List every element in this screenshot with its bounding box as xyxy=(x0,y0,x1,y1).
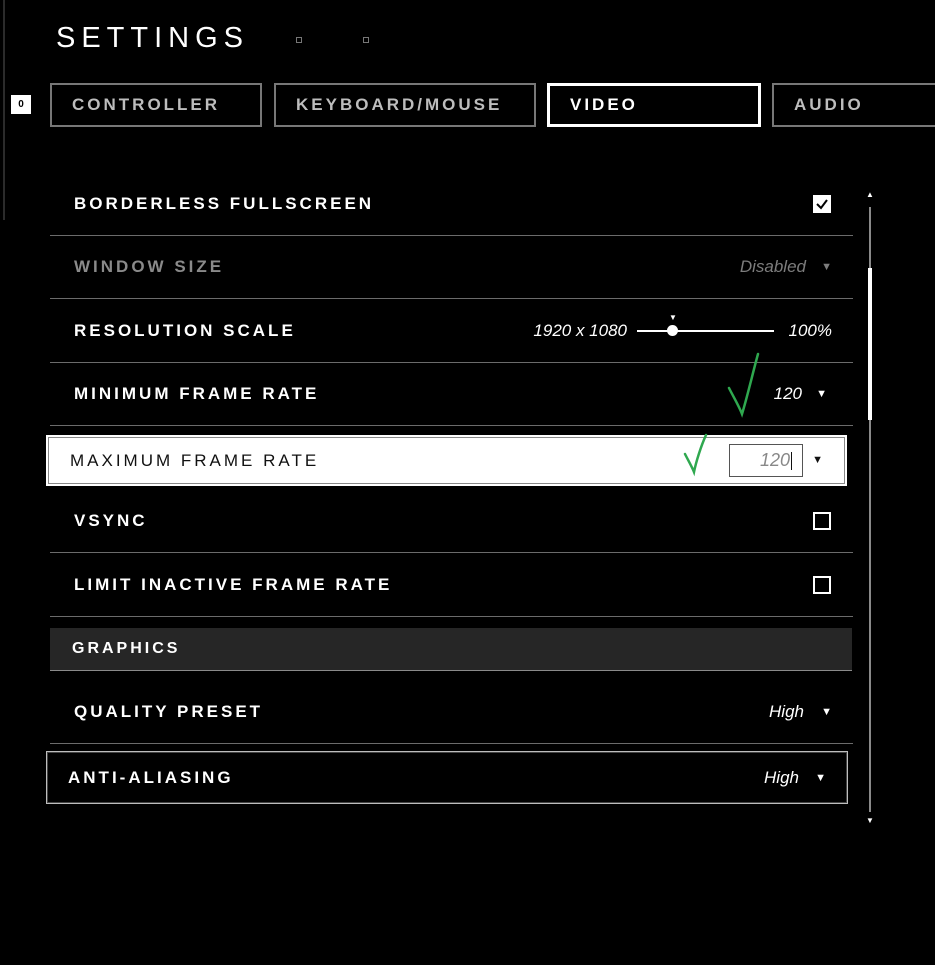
setting-maximum-frame-rate[interactable]: MAXIMUM FRAME RATE 120 ▼ xyxy=(46,435,847,486)
resolution-scale-slider-track[interactable] xyxy=(637,330,774,332)
checkmark-icon xyxy=(816,199,828,210)
section-header-graphics: GRAPHICS xyxy=(50,628,852,671)
setting-quality-preset[interactable]: QUALITY PRESET High ▼ xyxy=(50,681,853,744)
quality-preset-value: High xyxy=(769,702,804,721)
anti-aliasing-value: High xyxy=(764,767,799,787)
page-title: SETTINGS xyxy=(56,22,250,54)
slider-default-marker-icon: ▼ xyxy=(669,313,677,322)
setting-label: MAXIMUM FRAME RATE xyxy=(70,450,320,470)
maximum-frame-rate-value: 120 xyxy=(759,450,790,470)
tab-video[interactable]: VIDEO xyxy=(547,83,761,127)
dropdown-arrow-icon: ▼ xyxy=(821,261,832,273)
setting-label: WINDOW SIZE xyxy=(74,257,225,276)
setting-label: RESOLUTION SCALE xyxy=(74,321,296,340)
header-dot xyxy=(296,37,302,43)
setting-label: ANTI-ALIASING xyxy=(68,767,234,787)
dropdown-arrow-icon[interactable]: ▼ xyxy=(815,772,826,784)
window-size-value: Disabled xyxy=(739,257,806,276)
dropdown-arrow-icon[interactable]: ▼ xyxy=(821,706,832,718)
scrollbar-thumb[interactable] xyxy=(868,268,872,420)
setting-anti-aliasing[interactable]: ANTI-ALIASING High ▼ xyxy=(46,751,848,804)
setting-window-size: WINDOW SIZE Disabled ▼ xyxy=(50,236,853,299)
scroll-up-icon[interactable]: ▲ xyxy=(866,190,874,199)
resolution-scale-slider-handle[interactable] xyxy=(667,325,678,336)
setting-label: QUALITY PRESET xyxy=(74,702,264,721)
tab-keyboard-mouse[interactable]: KEYBOARD/MOUSE xyxy=(274,83,536,127)
setting-label: MINIMUM FRAME RATE xyxy=(74,384,320,403)
vsync-checkbox[interactable] xyxy=(813,512,831,530)
dropdown-arrow-icon[interactable]: ▼ xyxy=(812,454,823,466)
setting-label: BORDERLESS FULLSCREEN xyxy=(74,194,375,213)
section-label: GRAPHICS xyxy=(72,640,181,657)
left-bumper-hint[interactable]: 0 xyxy=(11,95,31,114)
borderless-fullscreen-checkbox[interactable] xyxy=(813,195,831,213)
header-dot xyxy=(363,37,369,43)
minimum-frame-rate-value: 120 xyxy=(773,384,802,403)
tab-controller[interactable]: CONTROLLER xyxy=(50,83,262,127)
setting-label: LIMIT INACTIVE FRAME RATE xyxy=(74,575,393,594)
resolution-scale-percent: 100% xyxy=(788,321,832,340)
left-edge-divider xyxy=(3,0,5,220)
setting-borderless-fullscreen[interactable]: BORDERLESS FULLSCREEN xyxy=(50,173,853,236)
text-cursor xyxy=(791,451,792,470)
setting-resolution-scale[interactable]: RESOLUTION SCALE 1920 x 1080 ▼ 100% xyxy=(50,300,853,363)
limit-inactive-frame-rate-checkbox[interactable] xyxy=(813,576,831,594)
resolution-value: 1920 x 1080 xyxy=(533,321,627,340)
setting-minimum-frame-rate[interactable]: MINIMUM FRAME RATE 120 ▼ xyxy=(50,363,853,426)
dropdown-arrow-icon[interactable]: ▼ xyxy=(816,388,827,400)
setting-vsync[interactable]: VSYNC xyxy=(50,490,853,553)
setting-limit-inactive-frame-rate[interactable]: LIMIT INACTIVE FRAME RATE xyxy=(50,554,853,617)
setting-label: VSYNC xyxy=(74,511,148,530)
scroll-down-icon[interactable]: ▼ xyxy=(866,816,874,825)
tab-audio[interactable]: AUDIO xyxy=(772,83,935,127)
maximum-frame-rate-input[interactable]: 120 xyxy=(729,444,803,477)
